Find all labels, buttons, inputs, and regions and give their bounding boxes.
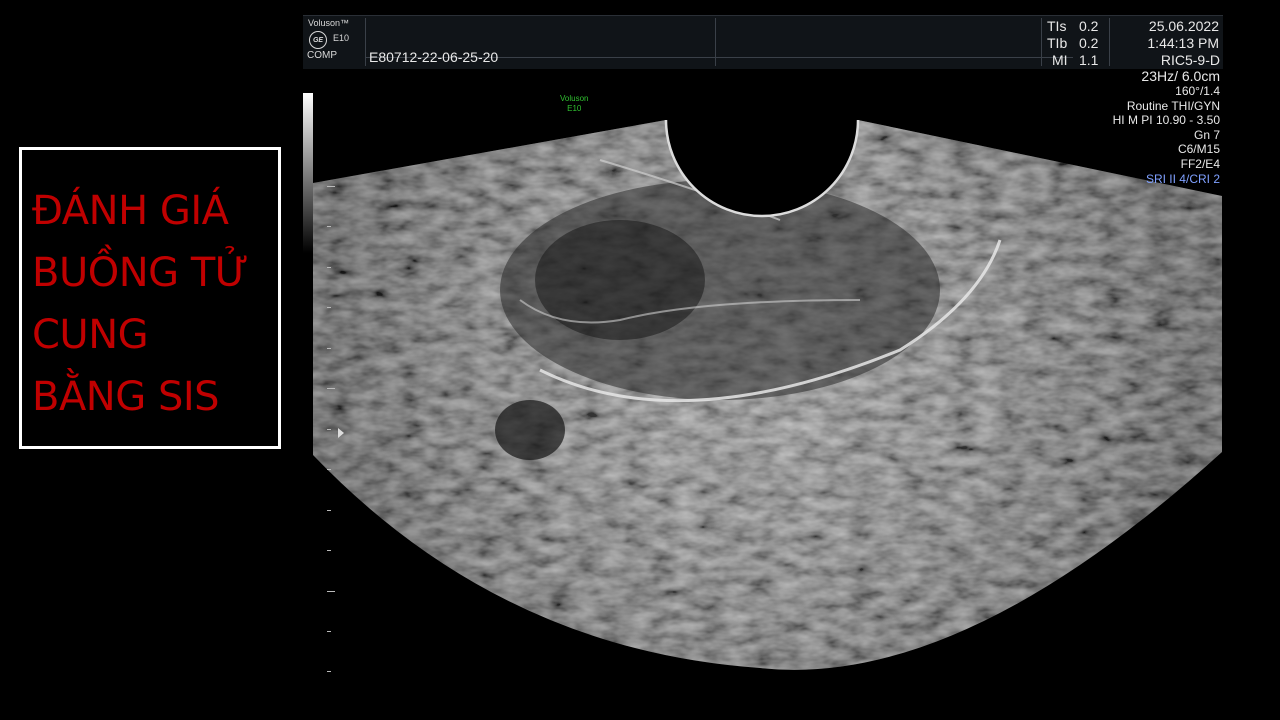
probe-label-line-2: E10 (567, 104, 582, 113)
ultrasound-image (313, 119, 1222, 670)
gain-info: Gn 7 (1193, 127, 1220, 142)
depth-tick (327, 429, 331, 430)
comp-label: COMP (307, 50, 337, 61)
depth-tick (327, 591, 335, 592)
mi-value: 1.1 (1079, 52, 1099, 68)
probe-label-line-1: Voluson (560, 94, 589, 103)
depth-tick (327, 267, 331, 268)
power-info: HI M PI 10.90 - 3.50 (1112, 113, 1220, 128)
depth-tick (327, 631, 331, 632)
sector-angle: 160°/1.4 (1175, 84, 1220, 98)
depth-tick (327, 469, 331, 470)
depth-tick (327, 671, 331, 672)
probe-label: Voluson E10 (560, 94, 588, 114)
tis-value: 0.2 (1079, 18, 1099, 34)
probe-name: RIC5-9-D (1160, 52, 1220, 68)
patient-id: E80712-22-06-25-20 (369, 49, 499, 65)
header-divider (1109, 18, 1110, 66)
depth-tick (327, 550, 331, 551)
tib-value: 0.2 (1079, 35, 1099, 51)
header-divider (1041, 18, 1042, 66)
header-divider (715, 18, 716, 66)
mi-label: MI (1052, 52, 1068, 68)
model-label: E10 (333, 33, 350, 43)
grayscale-bar (303, 93, 313, 253)
depth-tick (327, 348, 331, 349)
focus-marker-icon (338, 428, 344, 438)
depth-tick (327, 388, 335, 389)
depth-tick (327, 510, 331, 511)
c-m-info: C6/M15 (1177, 142, 1220, 157)
sri-info: SRI II 4/CRI 2 (1145, 171, 1220, 186)
ge-logo-icon: GE (309, 31, 327, 49)
ff-e-info: FF2/E4 (1180, 156, 1220, 171)
header-divider (365, 18, 366, 66)
frame-rate-depth: 23Hz/ 6.0cm (1141, 68, 1220, 84)
tis-label: TIs (1047, 18, 1067, 34)
depth-tick (327, 307, 331, 308)
depth-tick (327, 186, 335, 187)
ultrasound-header: Voluson™ GE E10 COMP E80712-22-06-25-20 … (303, 15, 1223, 69)
preset: Routine THI/GYN (1126, 98, 1220, 113)
exam-date: 25.06.2022 (1148, 18, 1219, 34)
tib-label: TIb (1047, 35, 1068, 51)
depth-tick (327, 226, 331, 227)
image-info-panel: RIC5-9-D 23Hz/ 6.0cm 160°/1.4 Routine TH… (1112, 52, 1220, 186)
brand-label: Voluson™ (308, 18, 350, 28)
exam-time: 1:44:13 PM (1147, 35, 1219, 51)
